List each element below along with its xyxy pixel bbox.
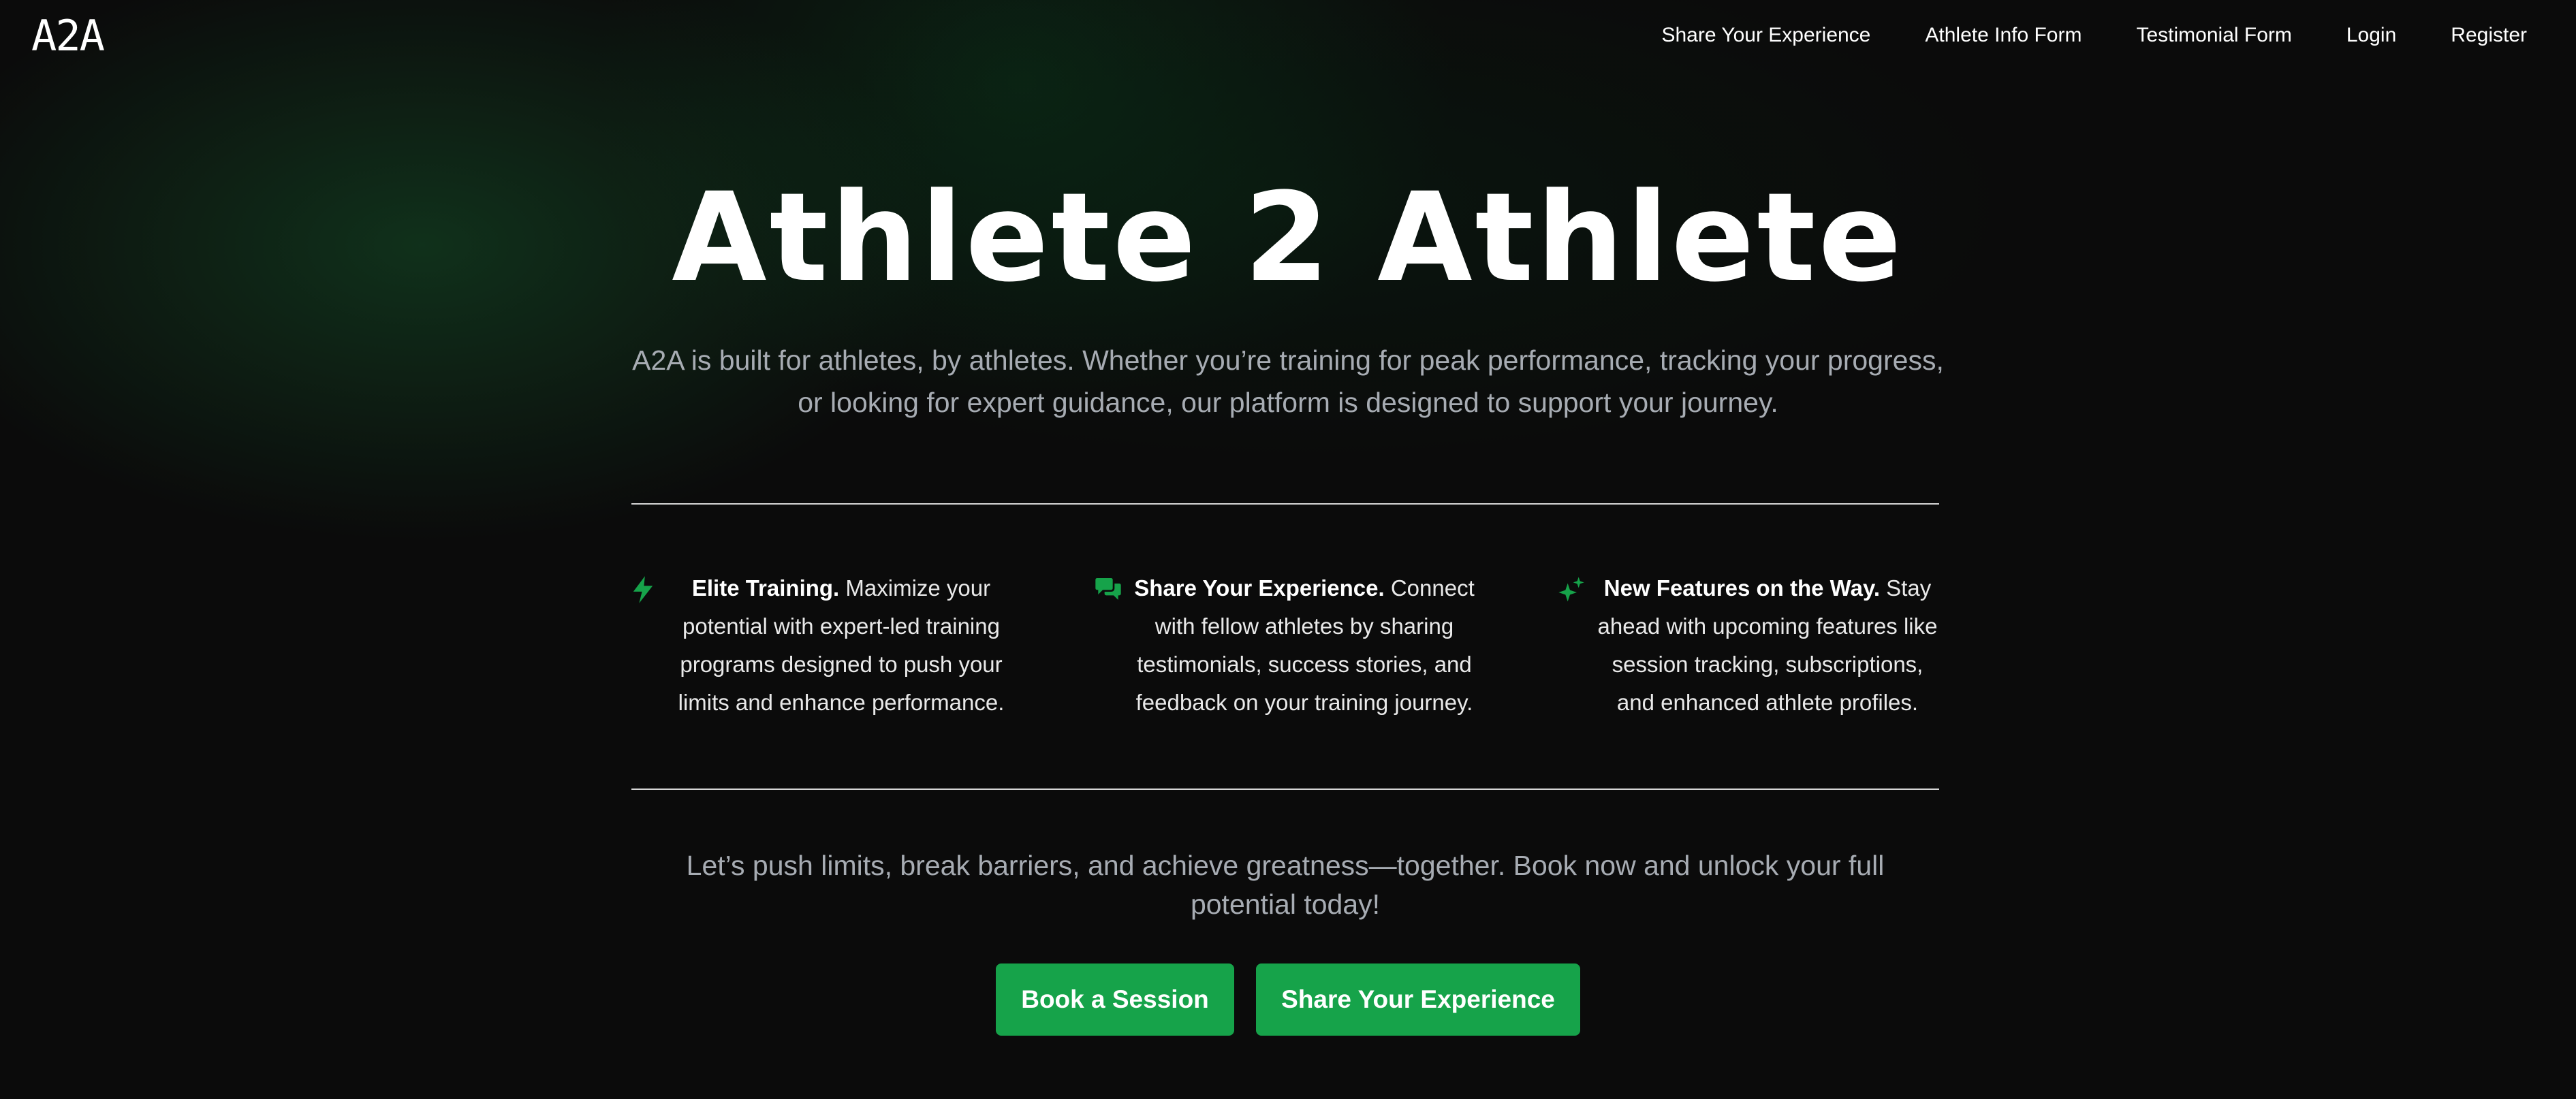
background-glow xyxy=(0,0,2576,1099)
feature-text: Elite Training. Maximize your potential … xyxy=(670,569,1013,722)
nav-link-testimonial-form[interactable]: Testimonial Form xyxy=(2136,24,2291,47)
divider-top xyxy=(631,503,1939,505)
nav-link-share-your-experience[interactable]: Share Your Experience xyxy=(1661,24,1870,47)
feature-text: Share Your Experience. Connect with fell… xyxy=(1133,569,1476,722)
top-nav: Share Your Experience Athlete Info Form … xyxy=(1661,0,2527,71)
nav-link-register[interactable]: Register xyxy=(2451,24,2527,47)
feature-title: New Features on the Way. xyxy=(1603,575,1881,601)
hero-title: Athlete 2 Athlete xyxy=(672,167,1904,309)
logo-text: A2A xyxy=(31,11,105,61)
feature-share-experience: Share Your Experience. Connect with fell… xyxy=(1095,569,1476,722)
site-header: A2A Share Your Experience Athlete Info F… xyxy=(0,0,2576,71)
cta-text: Let’s push limits, break barriers, and a… xyxy=(686,850,1885,920)
chat-bubbles-icon xyxy=(1095,569,1133,614)
hero-section: Athlete 2 Athlete A2A is built for athle… xyxy=(0,170,2576,424)
feature-title: Share Your Experience. xyxy=(1134,575,1385,601)
feature-title: Elite Training. xyxy=(691,575,840,601)
lightning-bolt-icon xyxy=(631,569,670,614)
nav-link-athlete-info-form[interactable]: Athlete Info Form xyxy=(1925,24,2082,47)
cta-buttons: Book a Session Share Your Experience xyxy=(0,963,2576,1036)
feature-text: New Features on the Way. Stay ahead with… xyxy=(1596,569,1939,722)
sparkles-icon xyxy=(1558,569,1596,614)
divider-bottom xyxy=(631,789,1939,790)
nav-link-login[interactable]: Login xyxy=(2346,24,2396,47)
share-experience-button[interactable]: Share Your Experience xyxy=(1256,963,1580,1036)
feature-new-features: New Features on the Way. Stay ahead with… xyxy=(1558,569,1939,722)
hero-subtitle: A2A is built for athletes, by athletes. … xyxy=(632,345,1944,418)
feature-elite-training: Elite Training. Maximize your potential … xyxy=(631,569,1013,722)
logo[interactable]: A2A xyxy=(31,11,105,61)
features-section: Elite Training. Maximize your potential … xyxy=(631,569,1939,722)
book-session-button[interactable]: Book a Session xyxy=(996,963,1234,1036)
